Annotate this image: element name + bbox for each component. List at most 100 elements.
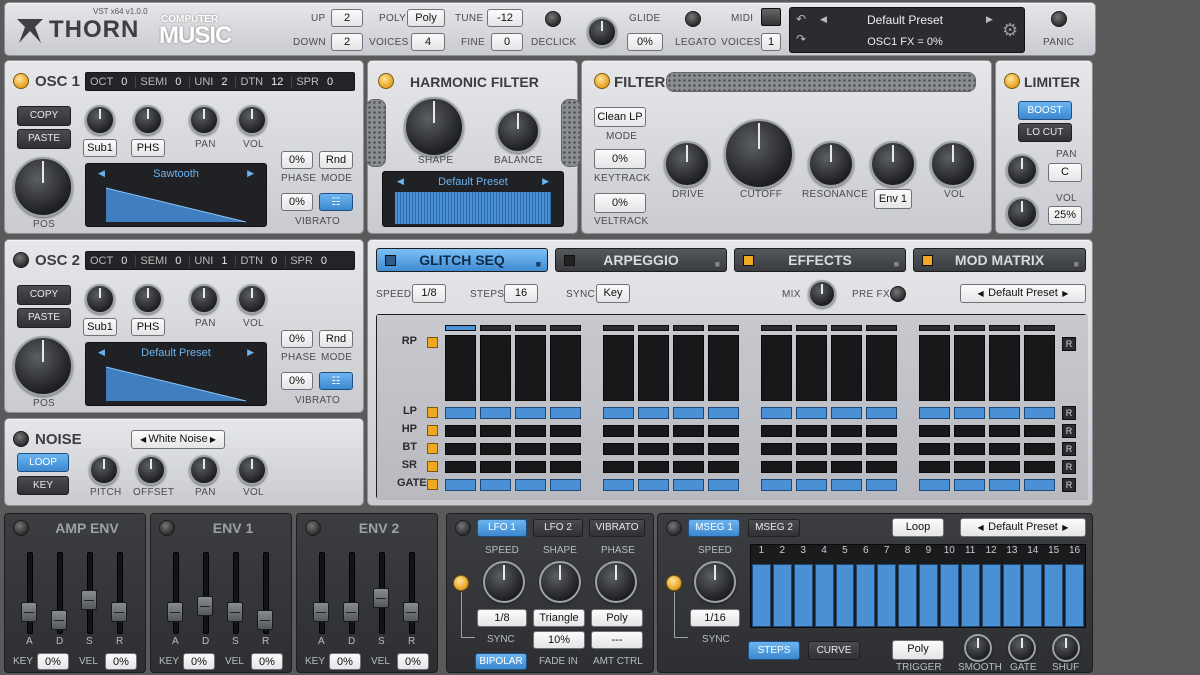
seq-preset-prev-icon[interactable]: ◀ [978,289,989,298]
osc2-paste-button[interactable]: PASTE [17,308,71,328]
osc1-vibrato-field[interactable]: 0% [281,193,313,211]
seq-step-cell[interactable] [638,335,669,401]
lfo-phase-knob[interactable] [595,561,637,603]
gear-icon[interactable]: ⚙ [1002,20,1018,41]
mseg-power-led[interactable] [666,520,682,536]
seq-step-cell[interactable] [1024,335,1055,401]
filter-resonance-knob[interactable] [808,141,854,187]
seq-step-cell[interactable] [989,443,1020,455]
mseg-shuf-knob[interactable] [1052,634,1080,662]
seq-step-cell[interactable] [708,335,739,401]
seq-row-reset-button[interactable]: R [1062,442,1076,456]
mseg-preset-selector[interactable]: ◀ Default Preset ▶ [960,518,1086,537]
seq-row-toggle[interactable] [427,425,438,436]
lfo-sync-led[interactable] [453,575,469,591]
envelope-power-led[interactable] [159,520,175,536]
limiter-power-led[interactable] [1004,73,1020,89]
osc2-phs-field[interactable]: PHS [131,318,165,336]
noise-pan-knob[interactable] [189,455,219,485]
limiter-pan-field[interactable]: C [1048,163,1082,182]
seq-step-cell[interactable] [866,425,897,437]
seq-step-cell[interactable] [515,479,546,491]
limiter-vol-knob[interactable] [1006,197,1038,229]
osc1-phs-field[interactable]: PHS [131,139,165,157]
osc2-phase-field[interactable]: 0% [281,330,313,348]
envelope-vel-field[interactable]: 0% [397,653,429,670]
osc2-phs-knob[interactable] [133,284,163,314]
seq-step-cell[interactable] [866,479,897,491]
seq-step-cell[interactable] [638,443,669,455]
seq-step-cell[interactable] [761,425,792,437]
seq-step-cell[interactable] [445,461,476,473]
seq-step-cell[interactable] [445,443,476,455]
redo-icon[interactable]: ↷ [796,32,806,46]
lfo-shape-knob[interactable] [539,561,581,603]
adsr-fader-handle[interactable] [373,588,389,608]
seq-step-cell[interactable] [919,407,950,419]
osc2-mode-field[interactable]: Rnd [319,330,353,348]
seq-step-cell[interactable] [550,425,581,437]
osc2-vol-knob[interactable] [237,284,267,314]
seq-step-cell[interactable] [796,425,827,437]
tab-glitch-seq[interactable]: GLITCH SEQ ■ [376,248,548,272]
up-field[interactable]: 2 [331,9,363,27]
seq-step-cell[interactable] [638,425,669,437]
limiter-pan-knob[interactable] [1006,154,1038,186]
adsr-fader-handle[interactable] [81,590,97,610]
mseg-step-bar[interactable] [793,564,813,627]
seq-row-toggle[interactable] [427,407,438,418]
tab-lfo2[interactable]: LFO 2 [533,519,583,537]
seq-step-cell[interactable] [603,443,634,455]
osc2-semi-value[interactable]: 0 [171,255,185,267]
osc1-wave-next-icon[interactable]: ▶ [247,168,254,179]
osc1-keyboard-button[interactable]: ☷ [319,193,353,211]
mseg-steps-button[interactable]: STEPS [748,641,800,660]
envelope-vel-field[interactable]: 0% [251,653,283,670]
seq-step-cell[interactable] [480,425,511,437]
mseg-step-bar[interactable] [1002,564,1022,627]
seq-step-cell[interactable] [603,425,634,437]
mseg-speed-knob[interactable] [694,561,736,603]
seq-step-cell[interactable] [761,335,792,401]
seq-step-cell[interactable] [831,407,862,419]
seq-step-cell[interactable] [989,479,1020,491]
seq-step-cell[interactable] [989,407,1020,419]
seq-step-cell[interactable] [673,425,704,437]
mseg-step-bar[interactable] [1065,564,1084,627]
seq-step-cell[interactable] [761,407,792,419]
filter-veltrack-field[interactable]: 0% [594,193,646,213]
seq-step-cell[interactable] [708,407,739,419]
tab-mseg1[interactable]: MSEG 1 [688,519,740,537]
osc1-phase-field[interactable]: 0% [281,151,313,169]
seq-steps-field[interactable]: 16 [504,284,538,303]
seq-step-cell[interactable] [708,479,739,491]
seq-step-cell[interactable] [638,407,669,419]
legato-led[interactable] [685,11,701,27]
osc1-power-led[interactable] [13,73,29,89]
seq-step-cell[interactable] [550,479,581,491]
seq-step-cell[interactable] [919,479,950,491]
mseg-step-bar[interactable] [1044,564,1064,627]
mseg-display[interactable]: 1 2 3 4 5 6 7 8 9 10 11 12 13 14 15 16 [750,544,1086,628]
seq-step-cell[interactable] [445,407,476,419]
osc2-keyboard-button[interactable]: ☷ [319,372,353,390]
noise-loop-button[interactable]: LOOP [17,453,69,472]
seq-step-cell[interactable] [673,443,704,455]
mseg-speed-field[interactable]: 1/16 [690,609,740,627]
seq-row-reset-button[interactable]: R [1062,337,1076,351]
seq-step-cell[interactable] [954,461,985,473]
preset-next-icon[interactable]: ▶ [986,14,993,25]
osc1-uni-value[interactable]: 2 [217,76,231,88]
noise-pitch-knob[interactable] [89,455,119,485]
mseg-step-bar[interactable] [1023,564,1043,627]
seq-step-cell[interactable] [866,335,897,401]
osc2-wave-next-icon[interactable]: ▶ [247,347,254,358]
adsr-fader-handle[interactable] [51,610,67,630]
seq-step-cell[interactable] [866,461,897,473]
seq-step-cell[interactable] [445,425,476,437]
adsr-fader-handle[interactable] [167,602,183,622]
tab-mod-matrix[interactable]: MOD MATRIX ■ [913,248,1086,272]
mseg-step-bar[interactable] [981,564,1001,627]
seq-step-cell[interactable] [989,461,1020,473]
mseg-loop-field[interactable]: Loop [892,518,944,537]
